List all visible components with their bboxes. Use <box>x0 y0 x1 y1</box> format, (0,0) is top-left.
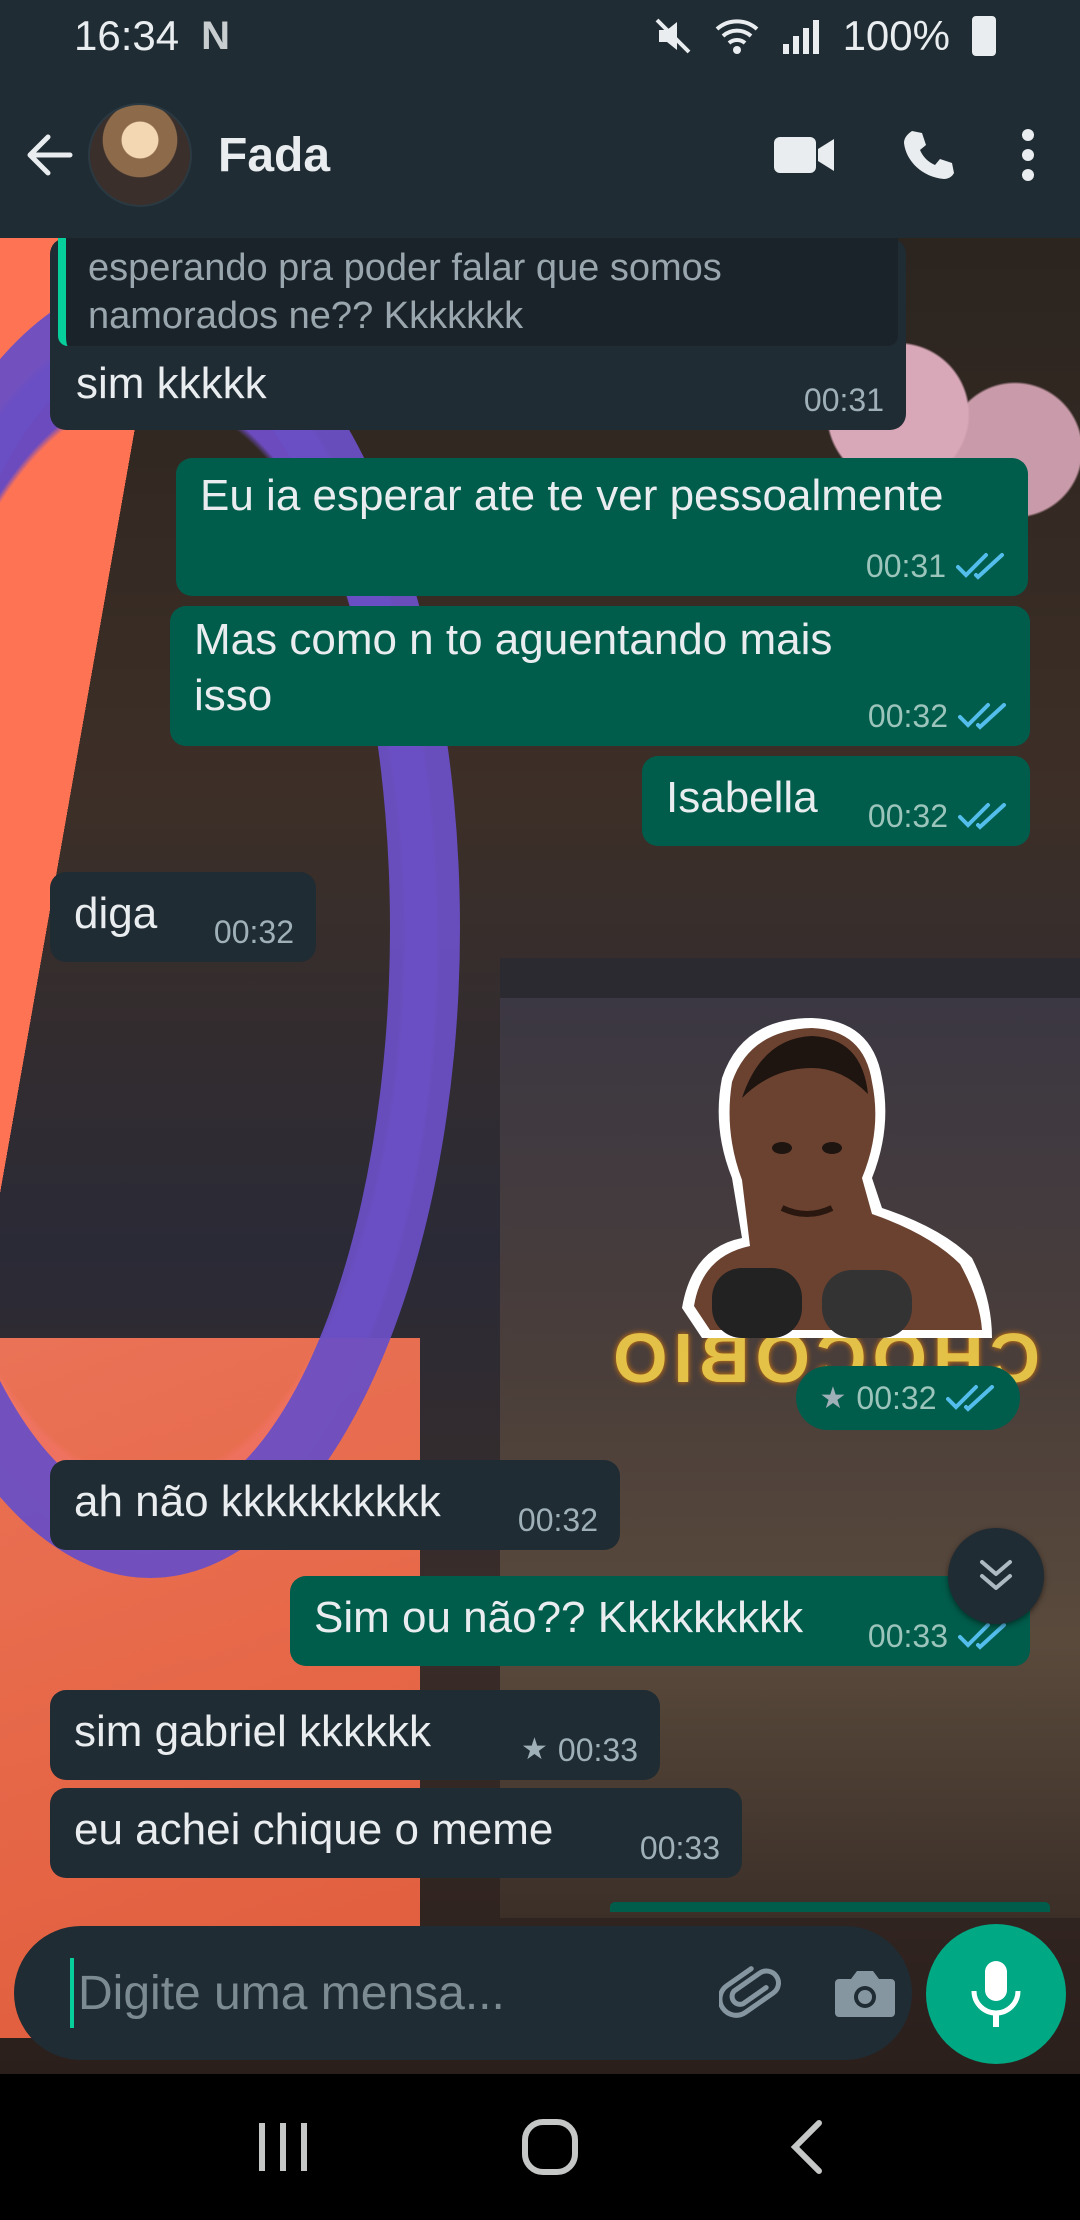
system-nav-bar <box>0 2074 1080 2220</box>
meme-sticker[interactable] <box>672 1008 1002 1348</box>
message-time: 00:32 <box>517 1502 598 1538</box>
message-time: 00:32 <box>213 914 294 950</box>
status-bar: 16:34 N 100% <box>0 0 1080 72</box>
video-call-icon[interactable] <box>772 133 836 177</box>
message-time: 00:32 <box>867 798 948 834</box>
back-nav-icon[interactable] <box>787 2117 827 2177</box>
voice-call-icon[interactable] <box>900 127 956 183</box>
message-outgoing[interactable]: Eu ia esperar ate te ver pessoalmente 00… <box>176 458 1028 596</box>
star-icon: ★ <box>521 1733 548 1766</box>
message-outgoing[interactable]: Mas como n to aguentando mais isso 00:32 <box>170 606 1030 746</box>
attach-icon[interactable] <box>719 1961 783 2025</box>
message-outgoing[interactable]: Sim ou não?? Kkkkkkkkk 00:33 <box>290 1576 1030 1666</box>
message-incoming[interactable]: sim gabriel kkkkkk ★ 00:33 <box>50 1690 660 1780</box>
message-meta: 00:32 <box>868 698 1008 734</box>
message-text: Eu ia esperar ate te ver pessoalmente <box>200 471 944 520</box>
message-outgoing[interactable]: Isabella 00:32 <box>642 756 1030 846</box>
quoted-message[interactable]: esperando pra poder falar que somos namo… <box>58 238 898 346</box>
battery-charging-icon <box>972 16 996 56</box>
message-meta: ★ 00:33 <box>521 1732 638 1768</box>
signal-icon <box>782 20 819 54</box>
message-input[interactable] <box>70 1958 699 2028</box>
message-meta: 00:31 <box>804 382 884 418</box>
message-meta: 00:31 <box>866 548 1006 584</box>
chat-wallpaper: esperando pra poder falar que somos namo… <box>0 238 1080 2074</box>
message-time: 00:32 <box>867 698 948 734</box>
back-arrow-icon[interactable] <box>20 125 80 185</box>
message-meta: 00:33 <box>640 1830 720 1866</box>
message-meta: 00:32 <box>214 914 294 950</box>
message-meta: 00:33 <box>868 1618 1008 1654</box>
read-ticks-icon <box>956 553 1004 580</box>
read-ticks-icon <box>958 703 1006 730</box>
message-time: 00:31 <box>865 548 946 584</box>
message-time: 00:32 <box>856 1379 937 1416</box>
message-incoming[interactable]: eu achei chique o meme 00:33 <box>50 1788 742 1878</box>
home-icon[interactable] <box>520 2117 580 2177</box>
mic-icon <box>971 1961 1021 2027</box>
sticker-meta: ★ 00:32 <box>796 1366 1020 1430</box>
read-ticks-icon <box>958 803 1006 830</box>
message-time: 00:33 <box>867 1618 948 1654</box>
message-time: 00:31 <box>803 382 884 418</box>
status-time: 16:34 <box>74 12 180 59</box>
scroll-to-bottom-button[interactable] <box>948 1528 1044 1624</box>
mute-icon <box>655 18 690 54</box>
star-icon: ★ <box>819 1381 847 1415</box>
read-ticks-icon <box>958 1623 1006 1650</box>
double-chevron-down-icon <box>980 1560 1012 1590</box>
recent-apps-icon[interactable] <box>253 2119 313 2175</box>
battery-percent: 100% <box>842 12 950 59</box>
contact-name[interactable]: Fada <box>218 128 772 183</box>
message-meta: 00:32 <box>518 1502 598 1538</box>
message-incoming[interactable]: esperando pra poder falar que somos namo… <box>50 238 906 430</box>
contact-avatar[interactable] <box>88 103 192 207</box>
next-message-peek <box>610 1902 1050 1912</box>
message-incoming[interactable]: ah não kkkkkkkkkk 00:32 <box>50 1460 620 1550</box>
more-options-icon[interactable] <box>1020 127 1036 183</box>
read-ticks-icon <box>946 1385 995 1412</box>
wifi-icon <box>715 19 758 54</box>
message-text: Mas como n to aguentando mais isso <box>194 615 833 720</box>
camera-icon[interactable] <box>833 1965 897 2021</box>
message-time: 00:33 <box>557 1732 638 1768</box>
chat-header: Fada <box>0 72 1080 238</box>
message-time: 00:33 <box>639 1830 720 1866</box>
mic-button[interactable] <box>926 1924 1066 2064</box>
message-composer <box>14 1926 912 2060</box>
notification-n-icon: N <box>201 13 230 58</box>
message-text: eu achei chique o meme <box>74 1805 554 1854</box>
message-text: sim kkkkk <box>76 359 267 408</box>
message-incoming[interactable]: diga 00:32 <box>50 872 316 962</box>
message-meta: 00:32 <box>868 798 1008 834</box>
